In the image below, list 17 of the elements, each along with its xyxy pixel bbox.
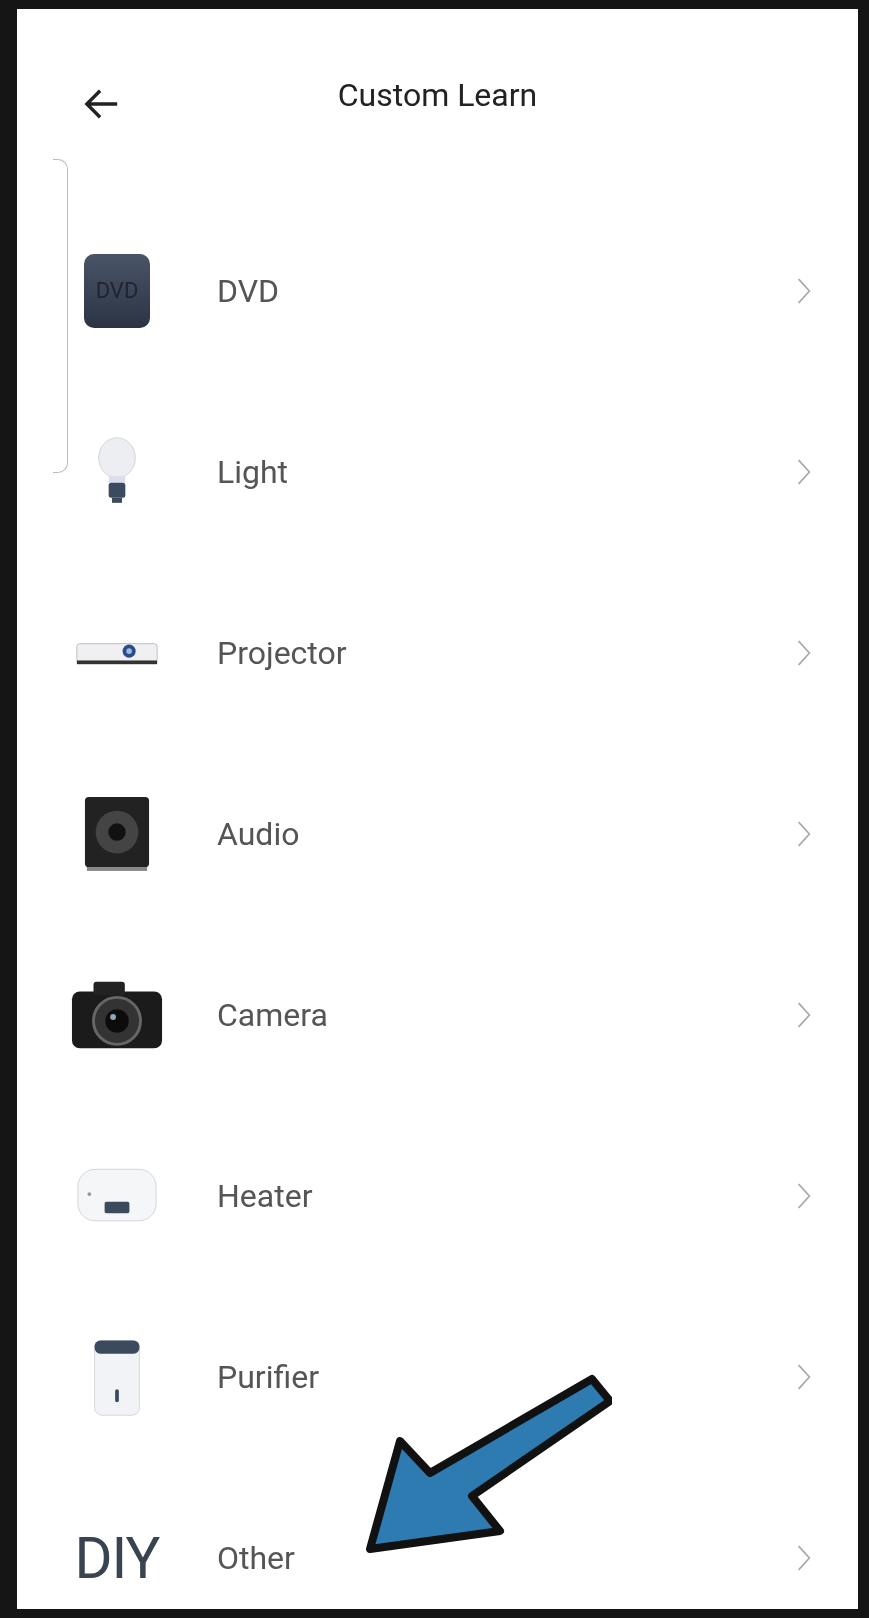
chevron-right-icon	[796, 1362, 812, 1391]
chevron-right-icon	[796, 1543, 812, 1572]
chevron-right-icon	[796, 1181, 812, 1210]
speaker-icon	[83, 794, 151, 873]
chevron-right-icon	[796, 638, 812, 667]
chevron-right-icon	[796, 1000, 812, 1029]
chevron-right-icon	[796, 819, 812, 848]
device-row[interactable]: Light	[17, 381, 858, 562]
device-row[interactable]: Camera	[17, 924, 858, 1105]
device-row[interactable]: Audio	[17, 743, 858, 924]
chevron-right-icon	[796, 276, 812, 305]
chevron-right-icon	[796, 457, 812, 486]
diy-label: DIY	[74, 1523, 160, 1592]
screen-title: Custom Learn	[337, 76, 538, 114]
device-row[interactable]: DIY Other	[17, 1467, 858, 1609]
device-row[interactable]: Projector	[17, 562, 858, 743]
device-row[interactable]: Heater	[17, 1105, 858, 1286]
